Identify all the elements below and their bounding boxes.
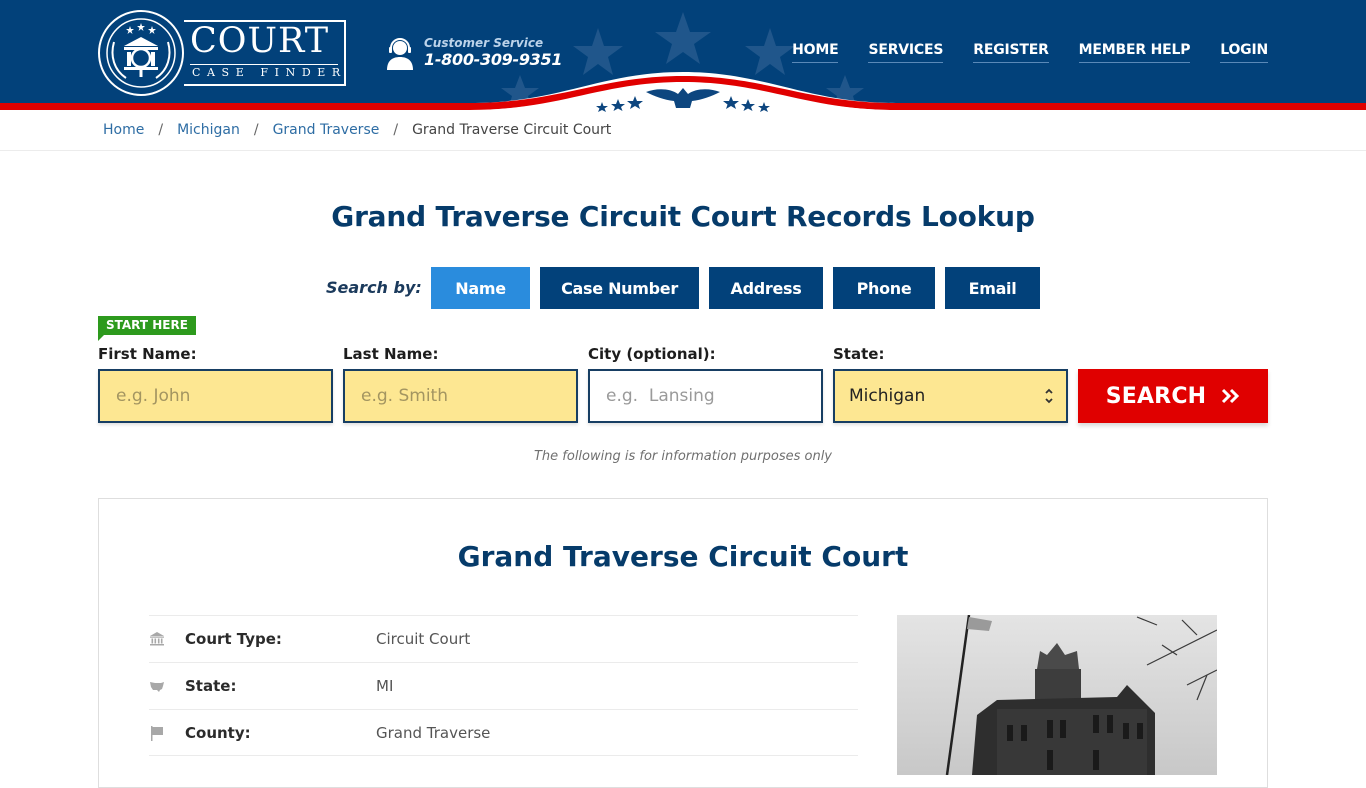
search-by-tabs: Search by: Name Case Number Address Phon… (0, 267, 1366, 309)
courthouse-photo-graphic (897, 615, 1217, 775)
last-name-input[interactable] (343, 369, 578, 423)
info-row-state: State: MI (149, 662, 858, 709)
state-select-value: Michigan (849, 386, 926, 406)
search-button-label: SEARCH (1105, 383, 1207, 409)
city-label: City (optional): (588, 345, 716, 363)
breadcrumb-current: Grand Traverse Circuit Court (412, 122, 612, 138)
page-title: Grand Traverse Circuit Court Records Loo… (331, 200, 1035, 233)
nav-register[interactable]: REGISTER (973, 42, 1049, 63)
info-value: MI (376, 677, 394, 695)
courthouse-icon (150, 632, 164, 646)
info-row-county: County: Grand Traverse (149, 709, 858, 756)
search-button[interactable]: SEARCH (1078, 369, 1268, 423)
flag-icon (151, 726, 163, 741)
breadcrumb-separator: / (393, 122, 399, 138)
city-input[interactable] (588, 369, 823, 423)
tab-address[interactable]: Address (709, 267, 823, 309)
double-chevron-right-icon (1222, 388, 1240, 404)
info-value: Circuit Court (376, 630, 471, 648)
info-value: Grand Traverse (376, 724, 491, 742)
courthouse-photo (897, 615, 1217, 775)
logo-emblem (98, 10, 184, 96)
tab-name[interactable]: Name (431, 267, 530, 309)
select-updown-icon (1045, 388, 1053, 404)
usa-map-icon (150, 682, 164, 692)
breadcrumb-home[interactable]: Home (103, 122, 144, 138)
breadcrumb-michigan[interactable]: Michigan (177, 122, 240, 138)
logo-divider (190, 64, 338, 65)
breadcrumb-separator: / (253, 122, 259, 138)
main-nav: HOME SERVICES REGISTER MEMBER HELP LOGIN (792, 42, 1268, 63)
info-row-court-type: Court Type: Circuit Court (149, 615, 858, 662)
last-name-label: Last Name: (343, 345, 439, 363)
nav-home[interactable]: HOME (792, 42, 839, 63)
site-logo[interactable]: COURT CASE FINDER (98, 10, 348, 96)
nav-services[interactable]: SERVICES (868, 42, 943, 63)
breadcrumb-grand-traverse[interactable]: Grand Traverse (273, 122, 380, 138)
breadcrumb-separator: / (158, 122, 164, 138)
courthouse-magnifier-icon (106, 18, 176, 88)
first-name-input[interactable] (98, 369, 333, 423)
customer-service-phone[interactable]: 1-800-309-9351 (424, 50, 562, 69)
info-key: County: (185, 724, 251, 742)
disclaimer-text: The following is for information purpose… (533, 449, 833, 464)
site-header: COURT CASE FINDER Customer Service 1-800… (0, 0, 1366, 112)
info-key: State: (185, 677, 237, 695)
tab-case-number[interactable]: Case Number (540, 267, 699, 309)
court-info-table: Court Type: Circuit Court State: MI Coun… (149, 615, 858, 756)
customer-service-label: Customer Service (424, 36, 544, 50)
court-title: Grand Traverse Circuit Court (457, 540, 909, 573)
breadcrumb: Home / Michigan / Grand Traverse / Grand… (103, 122, 611, 138)
breadcrumb-divider (0, 150, 1366, 151)
info-key: Court Type: (185, 630, 282, 648)
first-name-label: First Name: (98, 345, 197, 363)
logo-title: COURT (190, 21, 330, 61)
nav-login[interactable]: LOGIN (1220, 42, 1268, 63)
state-select[interactable]: Michigan (833, 369, 1068, 423)
logo-subtitle: CASE FINDER (192, 66, 347, 79)
search-by-label: Search by: (326, 278, 422, 297)
headset-agent-icon (387, 38, 413, 70)
tab-phone[interactable]: Phone (833, 267, 935, 309)
start-here-badge: START HERE (98, 316, 196, 341)
nav-member-help[interactable]: MEMBER HELP (1078, 42, 1190, 63)
state-label: State: (833, 345, 885, 363)
tab-email[interactable]: Email (945, 267, 1040, 309)
